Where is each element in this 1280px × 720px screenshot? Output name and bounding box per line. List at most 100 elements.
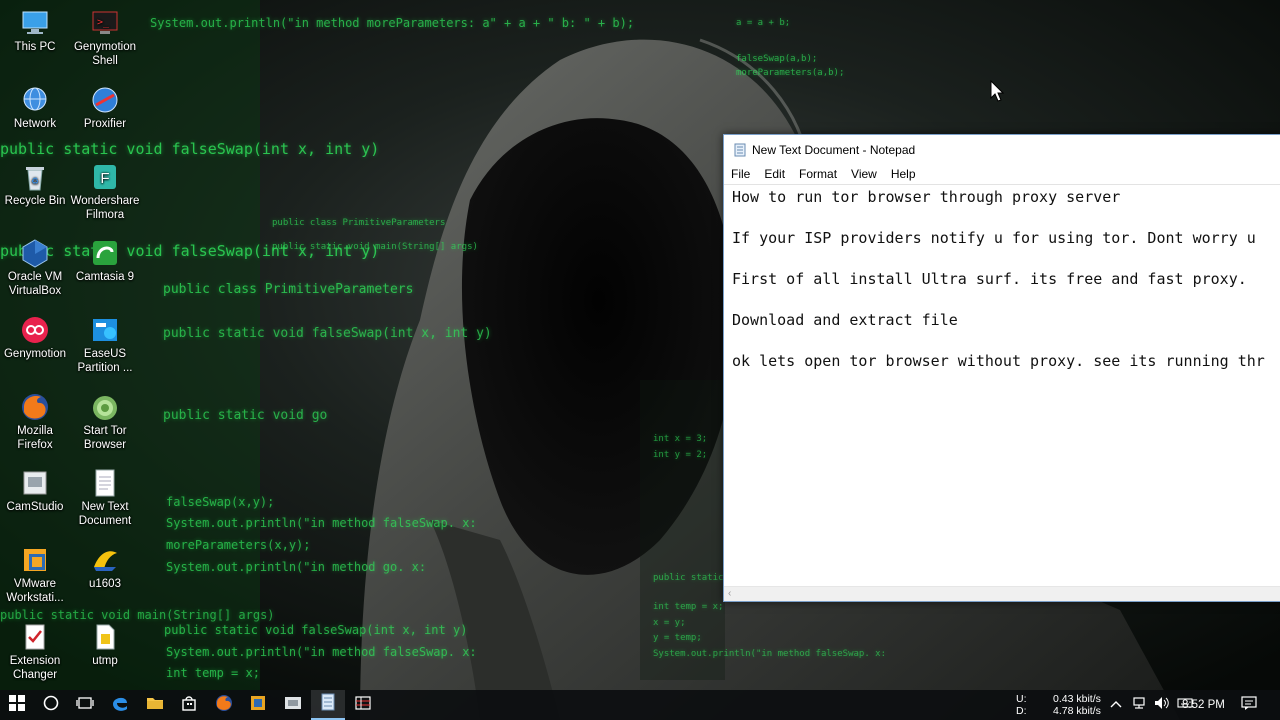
scroll-left-arrow-icon[interactable]: ‹ (728, 588, 731, 599)
code-line: System.out.println("in method falseSwap.… (166, 645, 477, 659)
desktop-icon-label: Recycle Bin (4, 195, 66, 207)
desktop-icon-label: Start Tor Browser (83, 425, 127, 451)
menu-edit[interactable]: Edit (757, 167, 792, 181)
desktop-icon-u1603[interactable]: u1603 (70, 545, 140, 591)
tor-browser-icon (90, 392, 120, 422)
desktop-icon-genymotion-shell[interactable]: >_ Genymotion Shell (70, 8, 140, 68)
desktop-icon-camstudio[interactable]: CamStudio (0, 468, 70, 514)
taskbar-file-explorer[interactable] (138, 690, 172, 720)
desktop-icon-utmp[interactable]: utmp (70, 622, 140, 668)
desktop-icon-label: Camtasia 9 (75, 271, 135, 283)
terminal-icon: >_ (90, 8, 120, 38)
text-line: If your ISP providers notify u for using… (732, 229, 1256, 247)
folder-icon (146, 695, 164, 716)
menu-file[interactable]: File (724, 167, 757, 181)
proxifier-icon (90, 85, 120, 115)
desktop-icon-extension-changer[interactable]: Extension Changer (0, 622, 70, 682)
menu-view[interactable]: View (844, 167, 884, 181)
desktop-icon-network[interactable]: Network (0, 85, 70, 131)
taskbar-app[interactable] (241, 690, 275, 720)
text-document-icon (90, 468, 120, 498)
network-tray-button[interactable] (1128, 690, 1150, 720)
clock[interactable]: 8:52 PM (1182, 699, 1225, 711)
start-button[interactable] (0, 690, 34, 720)
code-line: int temp = x; (653, 602, 724, 612)
desktop-icon-firefox[interactable]: Mozilla Firefox (0, 392, 70, 452)
task-view-button[interactable] (68, 690, 102, 720)
mouse-cursor (990, 79, 1005, 107)
desktop-icon-filmora[interactable]: F Wondershare Filmora (70, 162, 140, 222)
menu-format[interactable]: Format (792, 167, 844, 181)
firefox-icon (20, 392, 50, 422)
app-icon (249, 694, 267, 717)
taskbar-store[interactable] (172, 690, 206, 720)
desktop-icon-virtualbox[interactable]: Oracle VM VirtualBox (0, 238, 70, 298)
desktop-icon-label: Genymotion Shell (73, 41, 136, 67)
chevron-up-icon (1110, 696, 1122, 714)
action-center-button[interactable] (1234, 690, 1264, 720)
code-line: System.out.println("in method moreParame… (150, 16, 635, 30)
taskbar-notepad[interactable] (311, 690, 345, 720)
net-download-rate: 4.78 kbit/s (1053, 705, 1101, 717)
computer-icon (20, 8, 50, 38)
volume-tray-button[interactable] (1151, 690, 1173, 720)
desktop-icon-proxifier[interactable]: Proxifier (70, 85, 140, 131)
desktop-icon-easeus[interactable]: EaseUS Partition ... (70, 315, 140, 375)
taskbar-firefox[interactable] (207, 690, 241, 720)
notepad-app-icon (733, 143, 747, 157)
desktop-icon-label: utmp (92, 655, 118, 667)
code-line: moreParameters(a,b); (736, 68, 845, 78)
text-line: How to run tor browser through proxy ser… (732, 188, 1121, 206)
code-line: System.out.println("in method go. x: (166, 560, 427, 574)
desktop-icon-new-text-document[interactable]: New Text Document (70, 468, 140, 528)
code-line: moreParameters(x,y); (166, 538, 311, 552)
notepad-window[interactable]: New Text Document - Notepad File Edit Fo… (723, 134, 1280, 602)
desktop-icon-label: EaseUS Partition ... (77, 348, 133, 374)
code-line: public static void falseSwap(int x, int … (163, 326, 492, 341)
text-line: First of all install Ultra surf. its fre… (732, 270, 1247, 288)
desktop-icon-label: This PC (14, 41, 56, 53)
taskbar-camstudio[interactable] (276, 690, 310, 720)
svg-text:F: F (100, 170, 109, 187)
desktop-icon-label: Proxifier (83, 118, 127, 130)
code-line: System.out.println("in method falseSwap.… (653, 649, 886, 659)
desktop-icon-label: u1603 (89, 578, 121, 590)
code-line: x = y; (653, 618, 686, 628)
menu-help[interactable]: Help (884, 167, 923, 181)
desktop-icon-label: New Text Document (78, 501, 132, 527)
recycle-bin-icon: ♻ (20, 162, 50, 192)
code-line: falseSwap(a,b); (736, 54, 818, 64)
taskbar-edge[interactable] (103, 690, 137, 720)
code-line: public class PrimitiveParameters (163, 282, 414, 297)
notification-icon (1241, 695, 1257, 715)
file-icon (90, 622, 120, 652)
windows-logo-icon (9, 694, 25, 716)
desktop-icon-tor-browser[interactable]: Start Tor Browser (70, 392, 140, 452)
task-view-icon (76, 695, 94, 716)
firefox-icon (215, 694, 233, 717)
code-line: public class PrimitiveParameters (272, 218, 446, 228)
desktop-icon-vmware[interactable]: VMware Workstati... (0, 545, 70, 605)
easeus-icon (90, 315, 120, 345)
window-titlebar[interactable]: New Text Document - Notepad (724, 135, 1280, 164)
text-line: Download and extract file (732, 311, 958, 329)
text-editor-area[interactable]: How to run tor browser through proxy ser… (724, 184, 1280, 587)
desktop-icon-this-pc[interactable]: This PC (0, 8, 70, 54)
speaker-icon (1154, 696, 1170, 715)
net-upload-label: U: (1016, 693, 1027, 705)
show-hidden-icons-button[interactable] (1106, 690, 1126, 720)
cortana-button[interactable] (34, 690, 68, 720)
taskbar-app-2[interactable] (346, 690, 380, 720)
camstudio-icon (20, 468, 50, 498)
desktop-icon-label: Network (13, 118, 57, 130)
desktop-icon-genymotion[interactable]: Genymotion (0, 315, 70, 361)
code-line: int y = 2; (653, 450, 708, 460)
desktop-icon-label: Mozilla Firefox (17, 425, 53, 451)
vmware-icon (20, 545, 50, 575)
code-line: int x = 3; (653, 434, 708, 444)
desktop-icon-camtasia[interactable]: Camtasia 9 (70, 238, 140, 284)
filmora-icon: F (90, 162, 120, 192)
desktop-icon-recycle-bin[interactable]: ♻ Recycle Bin (0, 162, 70, 208)
horizontal-scrollbar[interactable]: ‹ (724, 586, 1280, 601)
camtasia-icon (90, 238, 120, 268)
